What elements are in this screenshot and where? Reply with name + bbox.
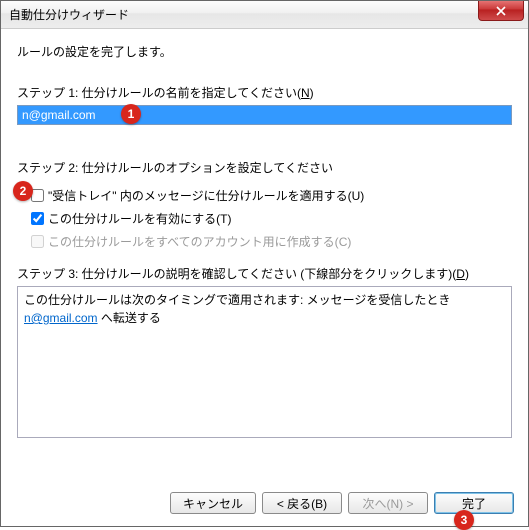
button-bar: キャンセル < 戻る(B) 次へ(N) > 完了 3: [1, 482, 528, 526]
intro-text: ルールの設定を完了します。: [17, 43, 512, 60]
step1-row: 1: [17, 105, 512, 125]
content-area: ルールの設定を完了します。 ステップ 1: 仕分けルールの名前を指定してください…: [1, 29, 528, 482]
option-all-accounts-label: この仕分けルールをすべてのアカウント用に作成する(C): [48, 233, 351, 250]
annotation-badge-1: 1: [121, 104, 141, 124]
back-button[interactable]: < 戻る(B): [262, 492, 342, 514]
rule-description-box[interactable]: この仕分けルールは次のタイミングで適用されます: メッセージを受信したとき n@…: [17, 286, 512, 438]
rule-name-input[interactable]: [17, 105, 512, 125]
finish-button[interactable]: 完了: [434, 492, 514, 514]
step3-label: ステップ 3: 仕分けルールの説明を確認してください (下線部分をクリックします…: [17, 265, 512, 282]
next-button: 次へ(N) >: [348, 492, 428, 514]
close-button[interactable]: [478, 1, 524, 21]
desc-line-1: この仕分けルールは次のタイミングで適用されます: メッセージを受信したとき: [24, 291, 505, 308]
step2-options: 2 "受信トレイ" 内のメッセージに仕分けルールを適用する(U) この仕分けルー…: [17, 184, 512, 253]
step3-area: ステップ 3: 仕分けルールの説明を確認してください (下線部分をクリックします…: [17, 265, 512, 438]
desc-email-link[interactable]: n@gmail.com: [24, 311, 98, 325]
step2-label: ステップ 2: 仕分けルールのオプションを設定してください: [17, 159, 512, 176]
wizard-window: 自動仕分けウィザード ルールの設定を完了します。 ステップ 1: 仕分けルールの…: [0, 0, 529, 527]
desc-line-2: n@gmail.com へ転送する: [24, 309, 505, 326]
option-enable-rule-row: この仕分けルールを有効にする(T): [17, 207, 512, 230]
cancel-button[interactable]: キャンセル: [170, 492, 256, 514]
step1-label: ステップ 1: 仕分けルールの名前を指定してください(N): [17, 84, 512, 101]
option-enable-rule-label: この仕分けルールを有効にする(T): [48, 210, 231, 227]
option-all-accounts-checkbox: [31, 235, 44, 248]
option-enable-rule-checkbox[interactable]: [31, 212, 44, 225]
option-all-accounts-row: この仕分けルールをすべてのアカウント用に作成する(C): [17, 230, 512, 253]
annotation-badge-3: 3: [454, 510, 474, 530]
option-apply-inbox-row: "受信トレイ" 内のメッセージに仕分けルールを適用する(U): [17, 184, 512, 207]
annotation-badge-2: 2: [13, 181, 33, 201]
close-icon: [496, 6, 506, 16]
titlebar: 自動仕分けウィザード: [1, 1, 528, 29]
window-title: 自動仕分けウィザード: [9, 6, 129, 23]
option-apply-inbox-label: "受信トレイ" 内のメッセージに仕分けルールを適用する(U): [48, 187, 364, 204]
